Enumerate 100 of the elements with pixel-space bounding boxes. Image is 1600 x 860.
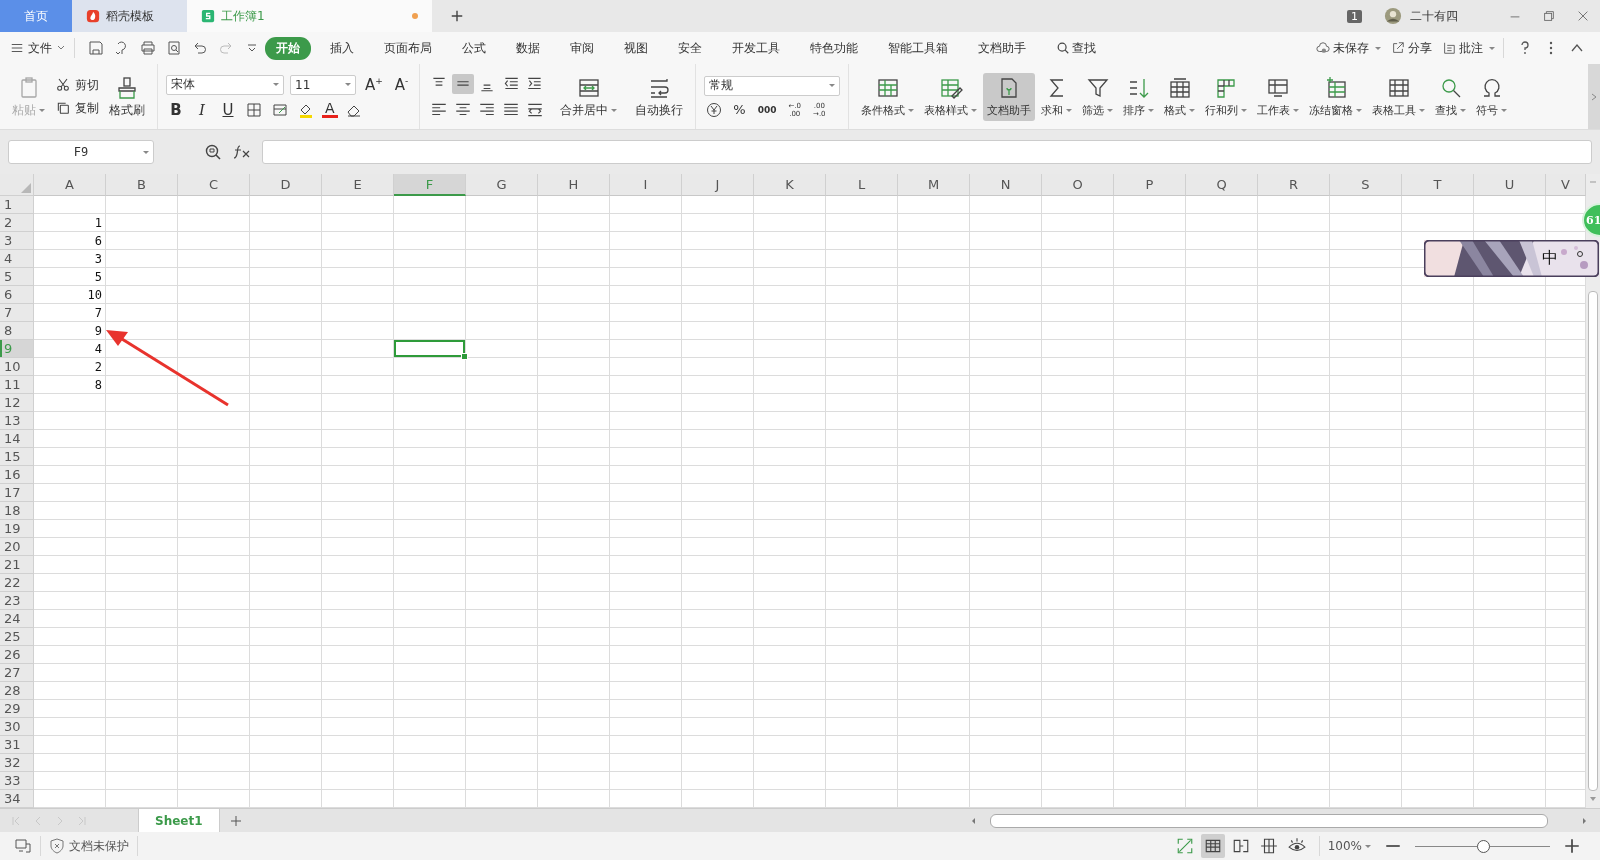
row-header[interactable]: 18 (0, 502, 34, 520)
increase-font-button[interactable]: A$^{+}$ (362, 75, 386, 94)
row-header[interactable]: 1 (0, 196, 34, 214)
zoom-slider-thumb[interactable] (1476, 839, 1490, 853)
column-header[interactable]: T (1402, 174, 1474, 196)
input-mode-label[interactable]: 中 (1542, 249, 1558, 267)
column-header[interactable]: K (754, 174, 826, 196)
share-icon[interactable] (1391, 41, 1405, 55)
print-icon[interactable] (140, 40, 156, 56)
row-header[interactable]: 17 (0, 484, 34, 502)
number-format-field[interactable]: 常规 (704, 75, 841, 96)
row-header[interactable]: 8 (0, 322, 34, 340)
merge-center-button[interactable]: 合并居中 (556, 71, 622, 122)
column-header[interactable]: I (610, 174, 682, 196)
comment-icon[interactable] (1442, 41, 1456, 55)
menu-tab[interactable]: 开发工具 (721, 36, 791, 60)
menu-tab[interactable]: 开始 (265, 36, 311, 60)
column-header[interactable]: J (682, 174, 754, 196)
menu-tab[interactable]: 公式 (451, 36, 497, 60)
column-header[interactable]: Q (1186, 174, 1258, 196)
file-menu[interactable]: 文件 (10, 39, 66, 57)
filter-button[interactable]: 筛选 (1078, 72, 1118, 121)
close-icon[interactable] (1576, 9, 1590, 23)
menu-tab[interactable]: 文档助手 (967, 36, 1037, 60)
fill-handle[interactable] (461, 353, 468, 360)
unsaved-button[interactable]: 未保存 (1316, 39, 1381, 57)
column-header[interactable]: U (1474, 174, 1546, 196)
sheet-tab[interactable]: Sheet1 (138, 809, 220, 832)
user-name[interactable]: 二十有四 (1410, 7, 1458, 25)
cell-style-icon[interactable] (272, 101, 288, 118)
font-name-field[interactable]: 宋体 (166, 74, 284, 95)
document-tab[interactable]: 稻壳模板 (72, 0, 187, 32)
row-header[interactable]: 12 (0, 394, 34, 412)
column-header[interactable]: D (250, 174, 322, 196)
menu-tab[interactable]: 安全 (667, 36, 713, 60)
row-header[interactable]: 2 (0, 214, 34, 232)
font-style-button[interactable]: I (192, 100, 212, 119)
menu-tab[interactable]: 视图 (613, 36, 659, 60)
search-icon[interactable] (1056, 41, 1070, 55)
comment-button[interactable]: 批注 (1442, 39, 1495, 57)
device-icon[interactable] (14, 837, 32, 855)
row-header[interactable]: 22 (0, 574, 34, 592)
row-header[interactable]: 21 (0, 556, 34, 574)
share-button[interactable]: 分享 (1391, 39, 1432, 57)
row-header[interactable]: 15 (0, 448, 34, 466)
row-header[interactable]: 11 (0, 376, 34, 394)
row-header[interactable]: 20 (0, 538, 34, 556)
font-style-button[interactable]: B (166, 100, 186, 119)
column-header[interactable]: O (1042, 174, 1114, 196)
row-header[interactable]: 32 (0, 754, 34, 772)
row-header[interactable]: 34 (0, 790, 34, 808)
percent-button[interactable]: % (730, 102, 749, 117)
search-button[interactable]: 查找 (1045, 36, 1107, 60)
decrease-font-button[interactable]: A$^{-}$ (391, 75, 412, 94)
table-format-icon[interactable] (1167, 75, 1192, 100)
format-painter-button[interactable]: 格式刷 (105, 71, 149, 122)
table-tools-button[interactable]: 表格工具 (1368, 72, 1430, 121)
row-header[interactable]: 14 (0, 430, 34, 448)
wrap-text-button[interactable]: 自动换行 (631, 71, 688, 122)
row-header[interactable]: 30 (0, 718, 34, 736)
menu-icon[interactable] (10, 41, 24, 55)
menu-tab[interactable]: 插入 (319, 36, 365, 60)
name-box[interactable]: F9 (8, 140, 154, 164)
function-icon[interactable] (232, 144, 252, 160)
avatar-icon[interactable] (1384, 7, 1402, 25)
column-header[interactable]: G (466, 174, 538, 196)
table-format-button[interactable]: 格式 (1160, 72, 1200, 121)
zoom-icon[interactable] (204, 143, 222, 161)
zoom-level-button[interactable]: 100% (1327, 839, 1371, 853)
row-header[interactable]: 4 (0, 250, 34, 268)
cloud-icon[interactable] (1316, 41, 1330, 55)
document-protection-button[interactable]: 文档未保护 (49, 837, 129, 855)
row-header[interactable]: 27 (0, 664, 34, 682)
row-header[interactable]: 10 (0, 358, 34, 376)
column-header[interactable]: B (106, 174, 178, 196)
thousands-button[interactable]: 000 (754, 104, 780, 115)
new-tab-icon[interactable] (450, 9, 464, 23)
save-icon[interactable] (88, 40, 104, 56)
rows-columns-button[interactable]: 行和列 (1201, 72, 1252, 121)
menu-tab[interactable]: 数据 (505, 36, 551, 60)
print-preview-icon[interactable] (166, 40, 182, 56)
column-header[interactable]: R (1258, 174, 1330, 196)
cut-button[interactable]: 剪切 (55, 76, 99, 94)
restore-icon[interactable] (1542, 9, 1556, 23)
row-header[interactable]: 5 (0, 268, 34, 286)
column-header[interactable]: S (1330, 174, 1402, 196)
brush-icon[interactable] (115, 75, 139, 100)
add-sheet-icon[interactable] (229, 814, 242, 827)
copy-icon[interactable] (55, 100, 71, 116)
menu-tab[interactable]: 特色功能 (799, 36, 869, 60)
search-button[interactable]: 查找 (1431, 72, 1471, 121)
copy-button[interactable]: 复制 (55, 99, 99, 117)
row-header[interactable]: 23 (0, 592, 34, 610)
font-color-button[interactable]: A (322, 101, 338, 118)
menu-tab[interactable]: 智能工具箱 (877, 36, 959, 60)
row-header[interactable]: 19 (0, 520, 34, 538)
row-header[interactable]: 13 (0, 412, 34, 430)
omega-button[interactable]: 符号 (1472, 72, 1512, 121)
currency-icon[interactable] (706, 101, 723, 118)
column-header[interactable]: C (178, 174, 250, 196)
